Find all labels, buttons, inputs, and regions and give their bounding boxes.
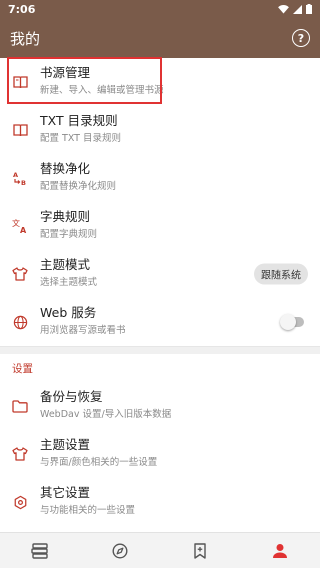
status-icons	[278, 4, 312, 14]
nav-bookshelf[interactable]	[0, 533, 80, 568]
svg-text:A: A	[13, 171, 18, 179]
backup-restore-item[interactable]: 备份与恢复 WebDav 设置/导入旧版本数据	[0, 382, 320, 430]
status-bar: 7:06	[0, 0, 320, 18]
page-title: 我的	[10, 29, 41, 48]
main-list: 书源管理 新建、导入、编辑或管理书源 TXT 目录规则 配置 TXT 目录规则 …	[0, 58, 320, 526]
bottom-nav	[0, 532, 320, 568]
signal-icon	[293, 4, 302, 14]
item-title: 替换净化	[40, 161, 91, 176]
item-title: 字典规则	[40, 209, 91, 224]
web-service-item[interactable]: Web 服务 用浏览器写源或看书	[0, 298, 320, 346]
book-source-management-item[interactable]: 书源管理 新建、导入、编辑或管理书源	[0, 58, 320, 106]
battery-icon	[306, 4, 312, 14]
folder-icon	[12, 398, 28, 414]
svg-text:文: 文	[12, 218, 20, 228]
status-time: 7:06	[8, 2, 36, 16]
other-settings-item[interactable]: 其它设置 与功能相关的一些设置	[0, 478, 320, 526]
translate-icon: 文A	[12, 218, 28, 234]
bookmark-icon	[194, 542, 206, 559]
svg-text:A: A	[20, 226, 27, 234]
toggle-knob	[280, 314, 296, 330]
item-subtitle: 用浏览器写源或看书	[40, 325, 126, 336]
shirt-icon	[12, 446, 28, 462]
txt-toc-rules-item[interactable]: TXT 目录规则 配置 TXT 目录规则	[0, 106, 320, 154]
nav-rss[interactable]	[160, 533, 240, 568]
app-bar: 我的 ?	[0, 18, 320, 58]
item-title: 备份与恢复	[40, 389, 103, 404]
item-title: 主题模式	[40, 257, 91, 272]
section-divider	[0, 346, 320, 354]
theme-mode-chip[interactable]: 跟随系统	[254, 263, 308, 285]
book-open-icon	[12, 122, 28, 138]
book-icon	[12, 74, 28, 90]
gear-icon	[12, 494, 28, 510]
globe-icon	[12, 314, 28, 330]
svg-text:B: B	[21, 179, 26, 186]
item-title: 主题设置	[40, 437, 91, 452]
compass-icon	[112, 542, 128, 559]
item-subtitle: 与功能相关的一些设置	[40, 505, 136, 516]
person-icon	[273, 543, 287, 558]
item-title: 其它设置	[40, 485, 91, 500]
nav-my[interactable]	[240, 533, 320, 568]
item-title: TXT 目录规则	[40, 113, 118, 128]
item-subtitle: 新建、导入、编辑或管理书源	[40, 85, 164, 96]
item-subtitle: 配置字典规则	[40, 229, 98, 240]
bookshelf-icon	[31, 542, 48, 559]
nav-discover[interactable]	[80, 533, 160, 568]
item-title: Web 服务	[40, 305, 97, 320]
item-subtitle: 配置 TXT 目录规则	[40, 133, 121, 144]
wifi-icon	[278, 4, 289, 14]
dictionary-rules-item[interactable]: 文A 字典规则 配置字典规则	[0, 202, 320, 250]
item-subtitle: 选择主题模式	[40, 277, 98, 288]
settings-section-header: 设置	[12, 362, 33, 375]
item-subtitle: 与界面/颜色相关的一些设置	[40, 457, 158, 468]
item-subtitle: 配置替换净化规则	[40, 181, 117, 192]
theme-settings-item[interactable]: 主题设置 与界面/颜色相关的一些设置	[0, 430, 320, 478]
item-title: 书源管理	[40, 65, 91, 80]
theme-mode-item[interactable]: 主题模式 选择主题模式 跟随系统	[0, 250, 320, 298]
replace-icon: AB	[12, 170, 28, 186]
web-service-toggle[interactable]	[280, 314, 304, 330]
replace-purify-item[interactable]: AB 替换净化 配置替换净化规则	[0, 154, 320, 202]
help-circle-icon[interactable]: ?	[292, 29, 310, 47]
shirt-icon	[12, 266, 28, 282]
item-subtitle: WebDav 设置/导入旧版本数据	[40, 409, 172, 420]
